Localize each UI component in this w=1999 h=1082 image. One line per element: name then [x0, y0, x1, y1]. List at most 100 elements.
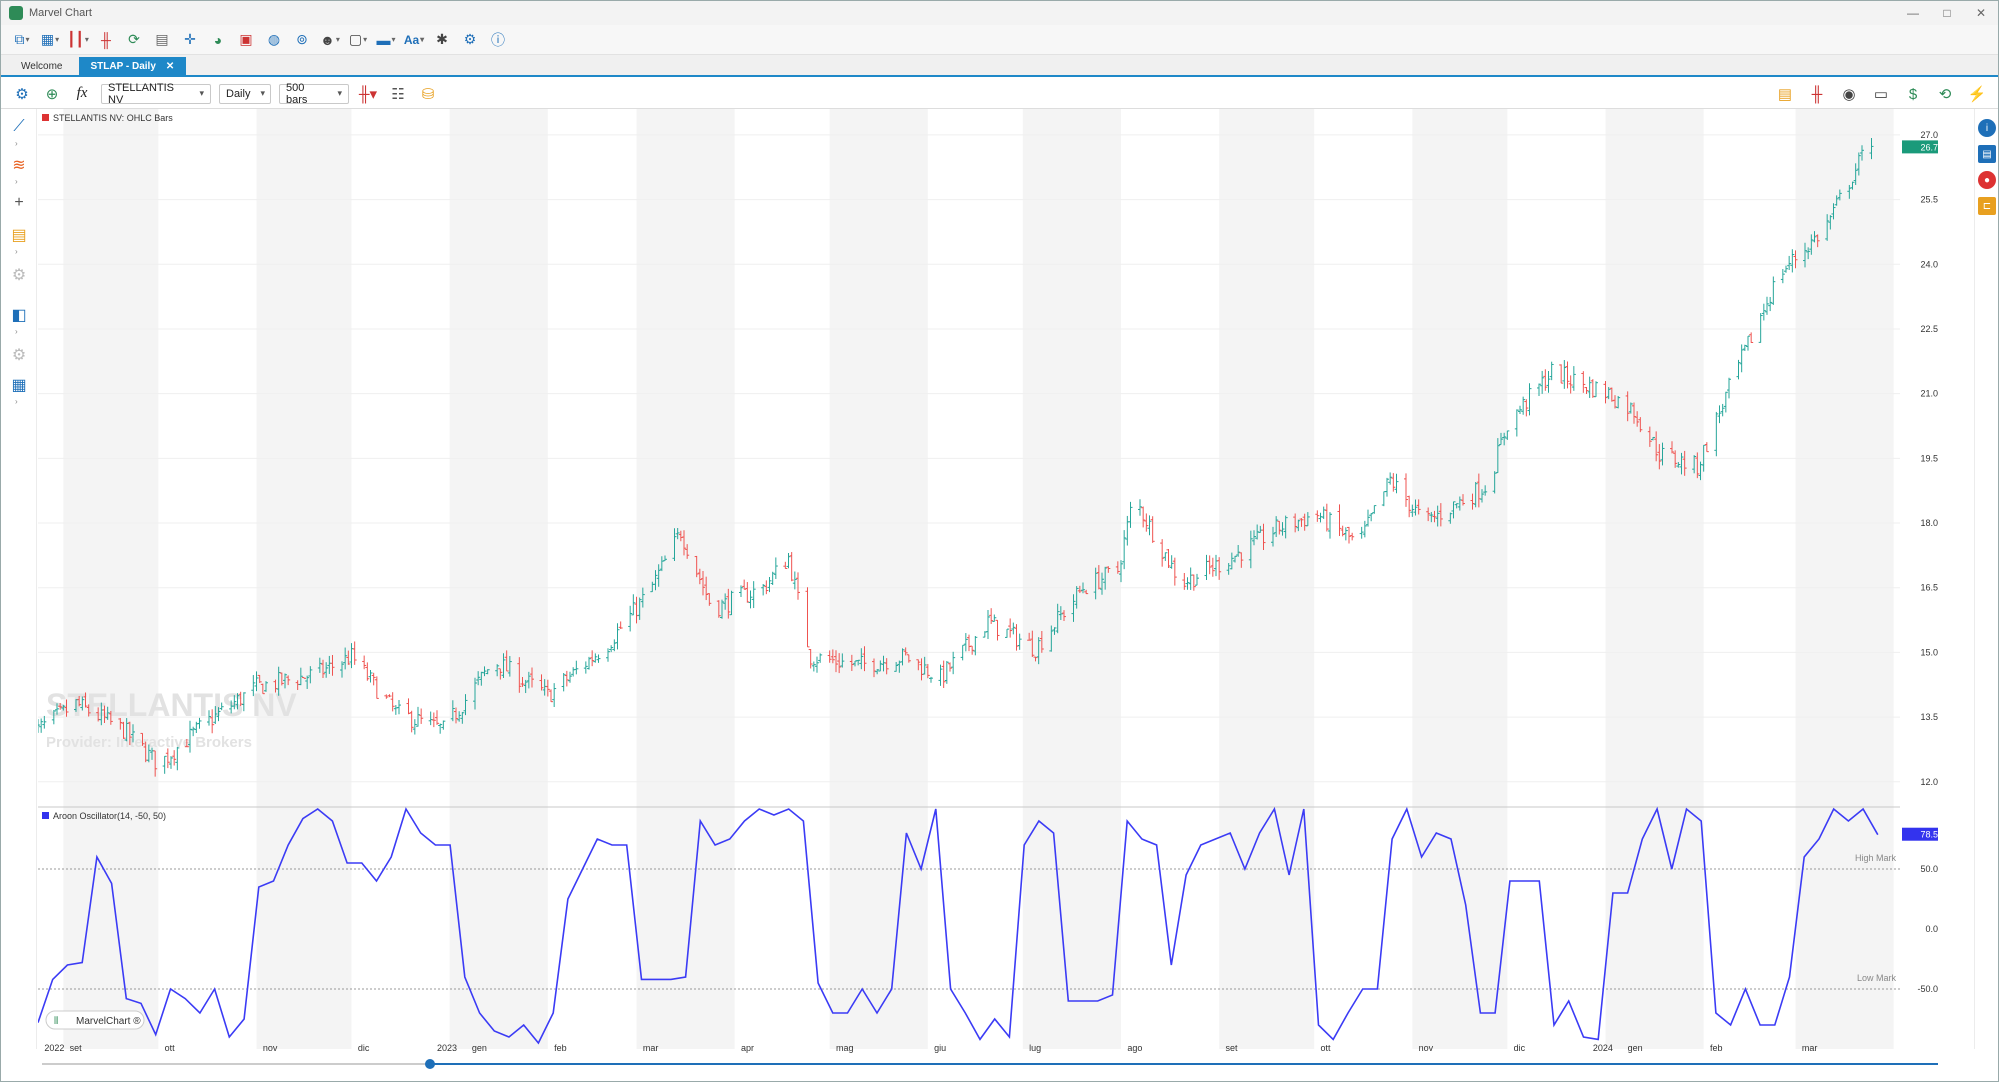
font-icon[interactable]: Aa: [403, 29, 425, 51]
ohlc-bar: [1324, 503, 1329, 532]
chart-type-icon[interactable]: ╫▾: [357, 83, 379, 105]
high-mark-label: High Mark: [1855, 853, 1897, 863]
ohlc-bar: [1758, 313, 1763, 343]
ohlc-bar: [1017, 633, 1022, 650]
symbol-select[interactable]: STELLANTIS NV: [101, 82, 211, 106]
maximize-button[interactable]: □: [1930, 1, 1964, 25]
ohlc-bar: [1366, 509, 1370, 527]
ohlc-bar: [552, 683, 557, 707]
color-icon[interactable]: ▬: [375, 29, 397, 51]
time-axis-label: apr: [741, 1043, 754, 1053]
ohlc-bar: [1746, 335, 1750, 351]
shape-tool-icon[interactable]: ◧: [9, 305, 29, 325]
layout-icon[interactable]: ▦: [39, 29, 61, 51]
ohlc-bar: [1343, 527, 1348, 541]
month-band: [1605, 109, 1704, 1049]
expand-chevron-icon[interactable]: ›: [15, 177, 18, 186]
info-icon[interactable]: i: [1978, 119, 1996, 137]
tab-welcome[interactable]: Welcome: [9, 57, 75, 75]
lightning-icon[interactable]: ⚡: [1966, 83, 1988, 105]
orders-icon[interactable]: ▤: [1774, 83, 1796, 105]
history-icon[interactable]: ⟲: [1934, 83, 1956, 105]
globe-icon[interactable]: ◍: [263, 29, 285, 51]
bars-select[interactable]: 500 bars: [279, 82, 349, 106]
data-settings-icon[interactable]: ☷: [387, 83, 409, 105]
ohlc-bar: [1749, 332, 1754, 343]
time-axis-label: giu: [934, 1043, 946, 1053]
mouse-icon[interactable]: ◉: [1838, 83, 1860, 105]
crosshair-icon[interactable]: ✛: [179, 29, 201, 51]
expand-chevron-icon[interactable]: ›: [15, 139, 18, 148]
ohlc-bar: [1540, 370, 1545, 394]
info-icon[interactable]: ⓘ: [487, 29, 509, 51]
gear-tool-icon[interactable]: ⚙: [9, 265, 29, 285]
database-icon[interactable]: ⛁: [417, 83, 439, 105]
bars-icon[interactable]: ╫: [95, 29, 117, 51]
expand-chevron-icon[interactable]: ›: [15, 247, 18, 256]
drawing-tools-rail: ⟋ › ≋ › + ▤ › ⚙ ◧ › ⚙ ▦ ›: [1, 109, 37, 1049]
ohlc-bar: [428, 711, 433, 726]
ohlc-bar: [374, 676, 379, 699]
crosshair-tool-icon[interactable]: +: [9, 193, 29, 213]
price-tick-label: 16.500: [1920, 583, 1938, 593]
document-icon[interactable]: ▤: [151, 29, 173, 51]
close-tab-icon[interactable]: ✕: [166, 61, 174, 72]
ohlc-bar: [1720, 403, 1725, 417]
ohlc-bar: [583, 661, 588, 674]
function-icon[interactable]: fx: [71, 83, 93, 105]
ohlc-bar: [165, 748, 170, 769]
time-scrollbar[interactable]: [42, 1059, 1938, 1069]
marvelchart-badge[interactable]: ⫴ MarvelChart ®: [45, 1010, 145, 1030]
chart-settings-icon[interactable]: ⚙: [11, 83, 33, 105]
keyboard-icon[interactable]: ▭: [1870, 83, 1892, 105]
price-tick-label: 24.000: [1920, 259, 1938, 269]
ohlc-bar: [1771, 276, 1776, 305]
ohlc-bar: [995, 619, 1000, 641]
window-icon[interactable]: ▢: [347, 29, 369, 51]
close-button[interactable]: ✕: [1964, 1, 1998, 25]
bug-icon[interactable]: ✱: [431, 29, 453, 51]
expand-chevron-icon[interactable]: ›: [15, 397, 18, 406]
ohlc-bar: [1723, 391, 1728, 413]
trading-bars-icon[interactable]: ╫: [1806, 83, 1828, 105]
tab-stlap-daily[interactable]: STLAP - Daily ✕: [78, 57, 187, 75]
bar-tool-icon[interactable]: ▤: [9, 225, 29, 245]
expand-chevron-icon[interactable]: ›: [15, 327, 18, 336]
ohlc-bar: [1404, 473, 1408, 507]
calendar-icon[interactable]: ▣: [235, 29, 257, 51]
search-globe-icon[interactable]: ⊚: [291, 29, 313, 51]
ohlc-bar: [1571, 366, 1576, 391]
time-axis-label: mar: [643, 1043, 659, 1053]
time-axis-label: 2022: [44, 1043, 64, 1053]
notes-icon[interactable]: ▤: [1978, 145, 1996, 163]
time-axis-label: 2023: [437, 1043, 457, 1053]
ohlc-bar: [1543, 369, 1548, 391]
refresh-icon[interactable]: ⟳: [123, 29, 145, 51]
price-tick-label: 15.000: [1920, 647, 1938, 657]
candles-icon[interactable]: ┃┃: [67, 29, 89, 51]
time-axis-label: ago: [1127, 1043, 1142, 1053]
trendline-icon[interactable]: ⟋: [9, 117, 29, 137]
tree-icon[interactable]: ⊏: [1978, 197, 1996, 215]
chart-area[interactable]: STELLANTIS NV Provider: Interactive Brok…: [38, 109, 1938, 1074]
ohlc-bar: [596, 654, 601, 663]
alert-globe-icon[interactable]: ●: [1978, 171, 1996, 189]
fibonacci-icon[interactable]: ≋: [9, 155, 29, 175]
dollar-icon[interactable]: $: [1902, 83, 1924, 105]
user-icon[interactable]: ☻: [319, 29, 341, 51]
gear-tool-icon[interactable]: ⚙: [9, 345, 29, 365]
month-band: [1412, 109, 1508, 1049]
ohlc-bar: [1337, 504, 1342, 536]
ohlc-bar: [963, 633, 968, 652]
period-select[interactable]: Daily: [219, 83, 271, 104]
ohlc-bar: [431, 712, 436, 728]
add-icon[interactable]: ⊕: [41, 83, 63, 105]
pie-chart-icon[interactable]: ◕: [207, 29, 229, 51]
scroll-handle-left[interactable]: [425, 1059, 435, 1069]
settings-gear-icon[interactable]: ⚙: [459, 29, 481, 51]
minimize-button[interactable]: —: [1896, 1, 1930, 25]
grid-tool-icon[interactable]: ▦: [9, 375, 29, 395]
network-icon[interactable]: ⧉: [11, 29, 33, 51]
time-axis-label: ott: [165, 1043, 176, 1053]
ohlc-bar: [1150, 516, 1155, 543]
